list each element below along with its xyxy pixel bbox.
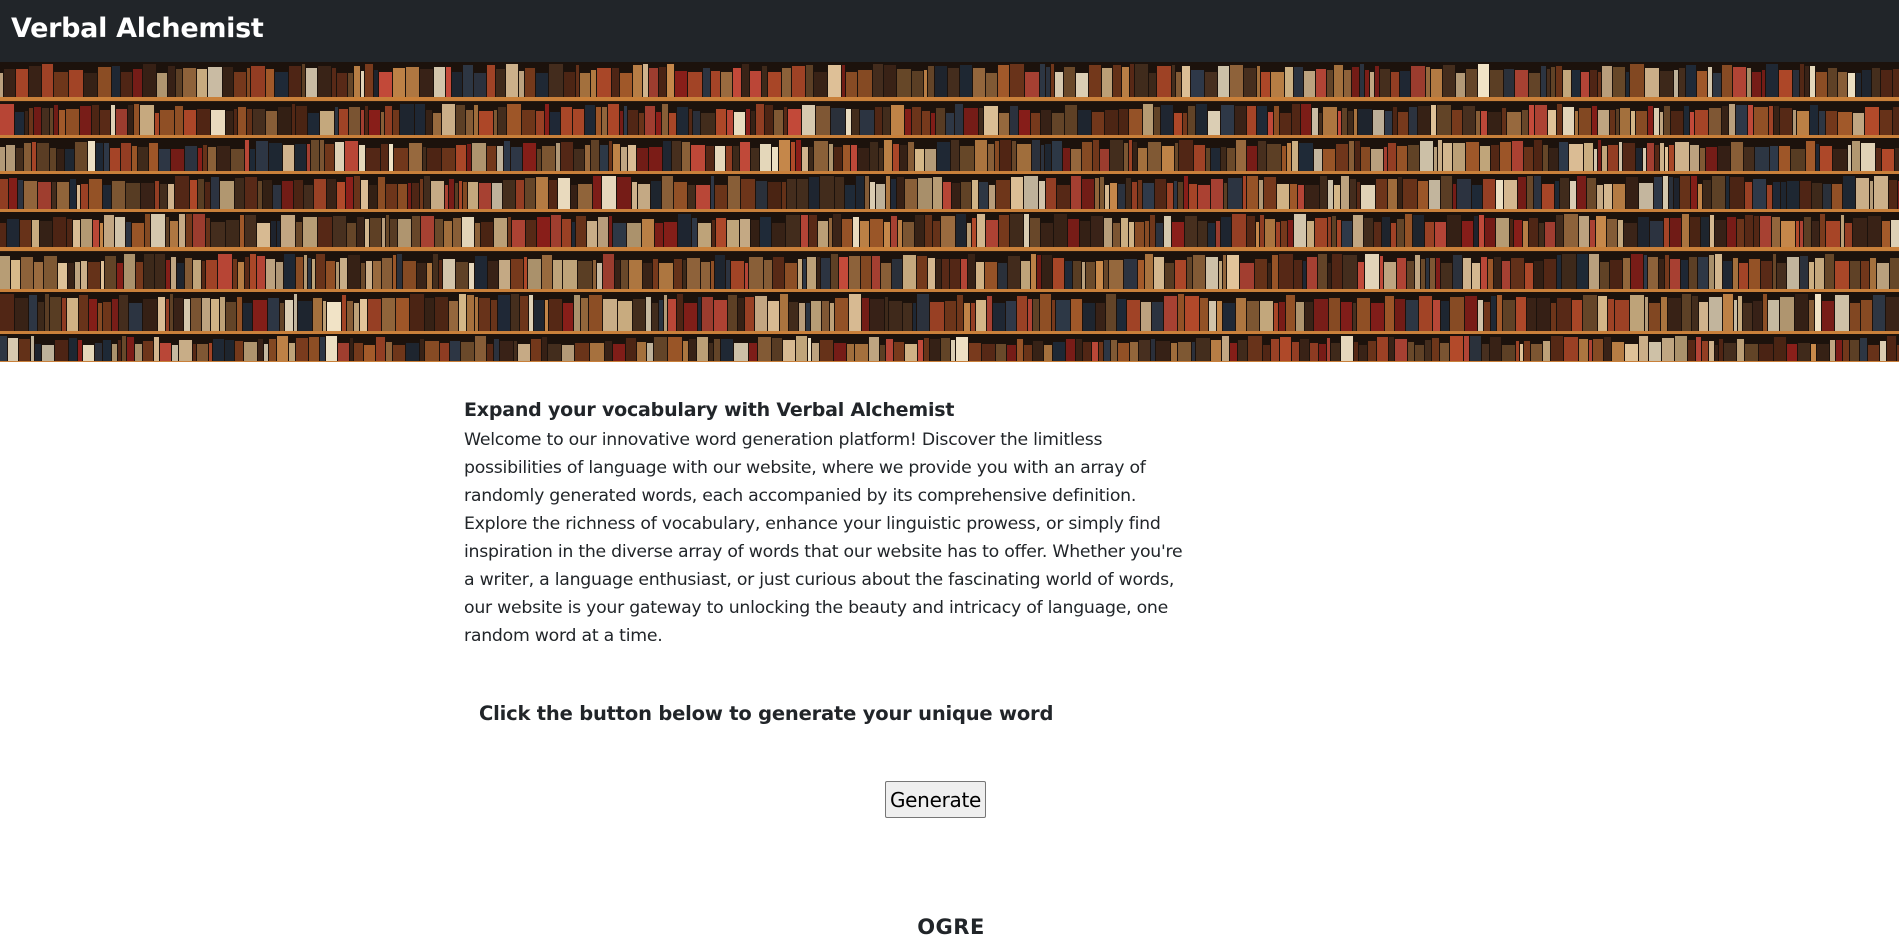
navbar: Verbal Alchemist [0, 0, 1899, 62]
cta-text: Click the button below to generate your … [479, 702, 1054, 725]
generated-word: OGRE [0, 915, 1899, 939]
generate-button[interactable]: Generate [885, 781, 986, 818]
intro-title: Expand your vocabulary with Verbal Alche… [464, 399, 955, 421]
intro-body: Welcome to our innovative word generatio… [464, 430, 1183, 646]
bookshelf-illustration [0, 62, 1899, 362]
banner-image [0, 62, 1899, 362]
intro-section: Expand your vocabulary with Verbal Alche… [464, 399, 1194, 650]
generated-word-text: OGRE [917, 915, 985, 939]
brand-title[interactable]: Verbal Alchemist [11, 13, 264, 44]
